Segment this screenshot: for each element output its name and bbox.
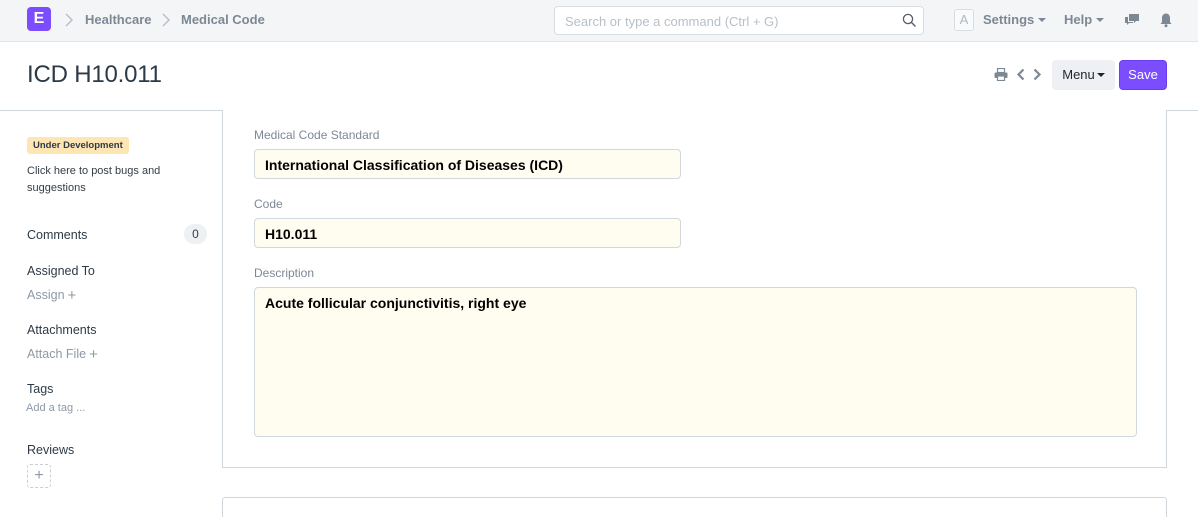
under-development-badge: Under Development — [27, 137, 129, 154]
menu-button[interactable]: Menu — [1052, 60, 1115, 90]
page-header: ICD H10.011 Menu Save — [0, 42, 1198, 111]
help-label: Help — [1064, 12, 1093, 27]
page-title: ICD H10.011 — [27, 61, 162, 88]
bell-icon[interactable] — [1159, 12, 1173, 33]
user-avatar[interactable]: A — [954, 9, 974, 31]
plus-icon: + — [89, 346, 98, 363]
search-icon[interactable] — [902, 13, 917, 33]
chevron-right-icon — [161, 11, 171, 29]
assign-label: Assign — [27, 288, 65, 302]
save-button[interactable]: Save — [1119, 60, 1167, 90]
attach-file-label: Attach File — [27, 347, 87, 361]
comments-label[interactable]: Comments — [27, 228, 87, 242]
print-icon[interactable] — [994, 67, 1008, 86]
medical-code-standard-label: Medical Code Standard — [254, 128, 380, 142]
attachments-label: Attachments — [27, 323, 97, 337]
comments-count-badge: 0 — [184, 224, 207, 244]
settings-label: Settings — [983, 12, 1035, 27]
assign-button[interactable]: Assign + — [27, 287, 76, 304]
breadcrumb-healthcare[interactable]: Healthcare — [85, 12, 151, 27]
caret-down-icon — [1096, 72, 1105, 77]
tags-label: Tags — [27, 382, 54, 396]
settings-dropdown[interactable]: Settings — [983, 12, 1047, 27]
breadcrumb-medical-code[interactable]: Medical Code — [181, 12, 265, 27]
form-section: Medical Code Standard International Clas… — [222, 110, 1167, 468]
add-review-button[interactable]: + — [27, 464, 51, 488]
sidebar: Under Development Click here to post bug… — [0, 111, 222, 501]
search-input[interactable] — [565, 12, 885, 30]
caret-down-icon — [1096, 17, 1105, 22]
reviews-label: Reviews — [27, 443, 75, 457]
next-form-section — [222, 497, 1167, 517]
caret-down-icon — [1038, 17, 1047, 22]
code-field[interactable]: H10.011 — [254, 218, 681, 248]
navbar: E Healthcare Medical Code A Settings Hel… — [0, 0, 1198, 42]
chat-icon[interactable] — [1124, 12, 1140, 33]
assigned-to-label: Assigned To — [27, 264, 95, 278]
search-bar[interactable] — [554, 6, 924, 35]
description-label: Description — [254, 266, 315, 280]
plus-icon: + — [67, 287, 77, 304]
post-bugs-link[interactable]: Click here to post bugs and suggestions — [27, 163, 177, 197]
description-field[interactable]: Acute follicular conjunctivitis, right e… — [254, 287, 1137, 437]
attach-file-button[interactable]: Attach File + — [27, 346, 98, 363]
app-logo[interactable]: E — [27, 7, 51, 31]
medical-code-standard-field[interactable]: International Classification of Diseases… — [254, 149, 681, 179]
chevron-right-icon — [64, 11, 74, 29]
code-label: Code — [254, 197, 283, 211]
help-dropdown[interactable]: Help — [1064, 12, 1105, 27]
menu-label: Menu — [1062, 67, 1095, 82]
add-tag-input[interactable]: Add a tag ... — [26, 402, 85, 414]
chevron-right-icon[interactable] — [1032, 68, 1042, 86]
chevron-left-icon[interactable] — [1016, 68, 1026, 86]
